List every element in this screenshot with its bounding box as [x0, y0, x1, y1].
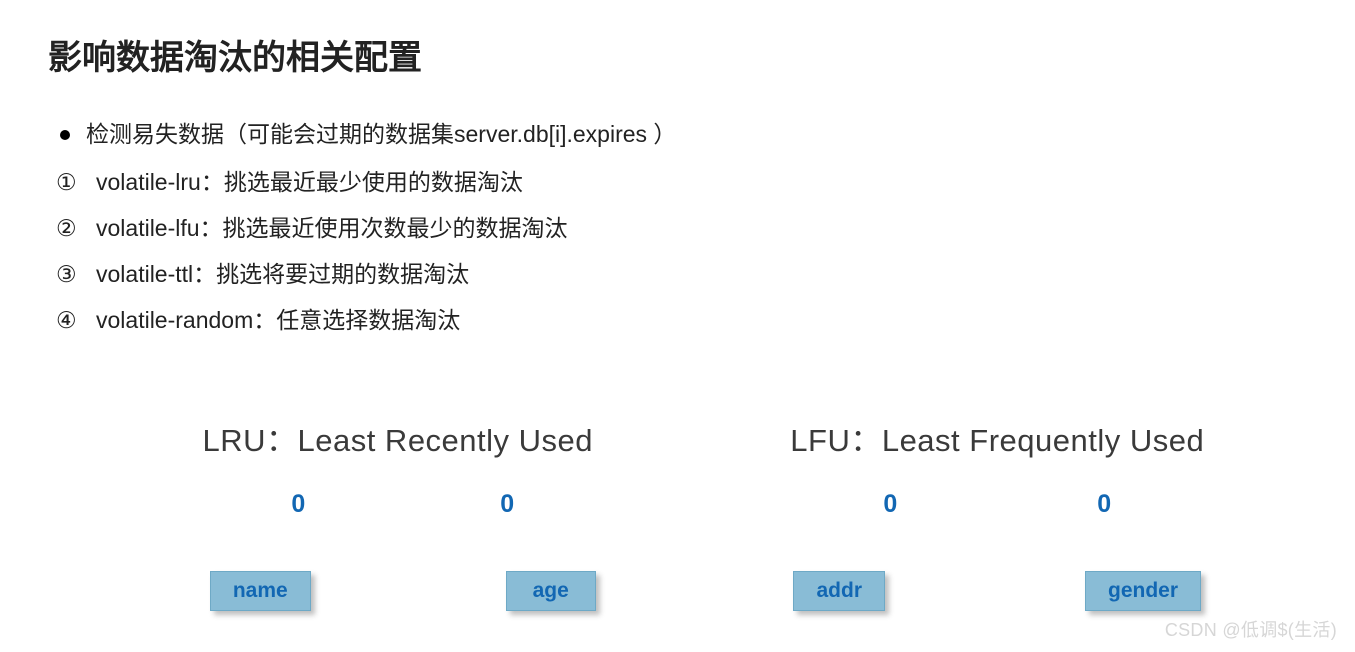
- lfu-value: 0: [883, 490, 897, 519]
- list-item-text: volatile-lfu：挑选最近使用次数最少的数据淘汰: [96, 209, 568, 243]
- lfu-values-row: 0 0: [698, 490, 1298, 519]
- key-box-age: age: [506, 571, 596, 611]
- key-box-gender: gender: [1085, 571, 1201, 611]
- watermark: CSDN @低调$(生活): [1165, 616, 1337, 642]
- list-item: ② volatile-lfu：挑选最近使用次数最少的数据淘汰: [56, 209, 1307, 243]
- circled-number: ③: [56, 261, 96, 288]
- lru-value: 0: [291, 490, 305, 519]
- bullet-line: 检测易失数据（可能会过期的数据集server.db[i].expires ）: [60, 115, 1307, 149]
- lru-title: LRU：Least Recently Used: [98, 415, 698, 460]
- lfu-title: LFU：Least Frequently Used: [698, 415, 1298, 460]
- diagram-section: LRU：Least Recently Used 0 0 name age LFU…: [48, 415, 1307, 611]
- key-box-name: name: [210, 571, 311, 611]
- bullet-text: 检测易失数据（可能会过期的数据集server.db[i].expires ）: [86, 115, 676, 149]
- lfu-value: 0: [1097, 490, 1111, 519]
- circled-number: ①: [56, 169, 96, 196]
- circled-number: ④: [56, 307, 96, 334]
- bullet-dot-icon: [60, 130, 70, 140]
- list-item: ④ volatile-random：任意选择数据淘汰: [56, 301, 1307, 335]
- circled-number: ②: [56, 215, 96, 242]
- lfu-diagram: LFU：Least Frequently Used 0 0 addr gende…: [698, 415, 1308, 611]
- key-box-addr: addr: [793, 571, 885, 611]
- list-item: ③ volatile-ttl：挑选将要过期的数据淘汰: [56, 255, 1307, 289]
- list-item-text: volatile-ttl：挑选将要过期的数据淘汰: [96, 255, 469, 289]
- list-item: ① volatile-lru：挑选最近最少使用的数据淘汰: [56, 163, 1307, 197]
- lru-value: 0: [500, 490, 514, 519]
- lru-diagram: LRU：Least Recently Used 0 0 name age: [48, 415, 698, 611]
- page-title: 影响数据淘汰的相关配置: [48, 30, 1307, 79]
- list-item-text: volatile-lru：挑选最近最少使用的数据淘汰: [96, 163, 523, 197]
- lru-boxes-row: name age: [108, 571, 698, 611]
- list-item-text: volatile-random：任意选择数据淘汰: [96, 301, 460, 335]
- lfu-boxes-row: addr gender: [698, 571, 1298, 611]
- lru-values-row: 0 0: [108, 490, 698, 519]
